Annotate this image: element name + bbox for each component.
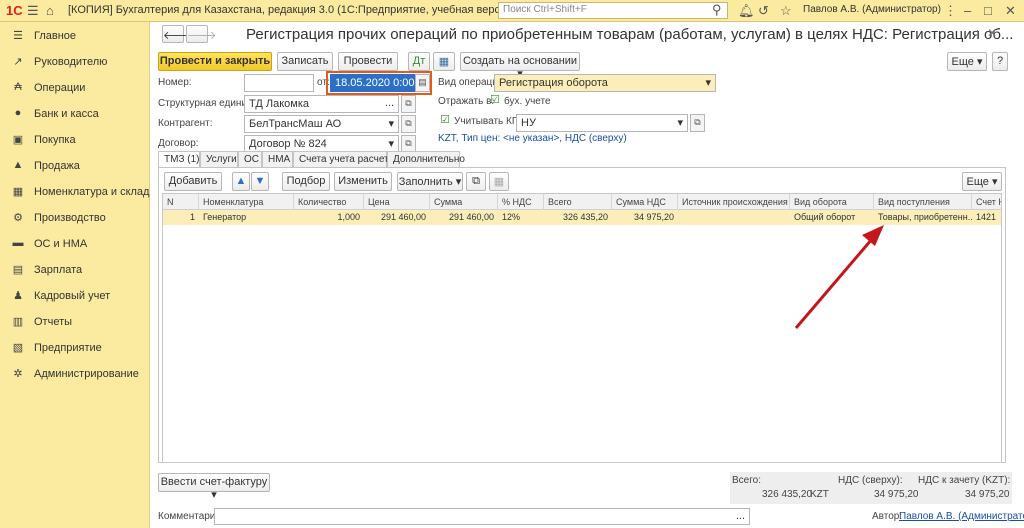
annotation-arrow xyxy=(794,225,884,329)
